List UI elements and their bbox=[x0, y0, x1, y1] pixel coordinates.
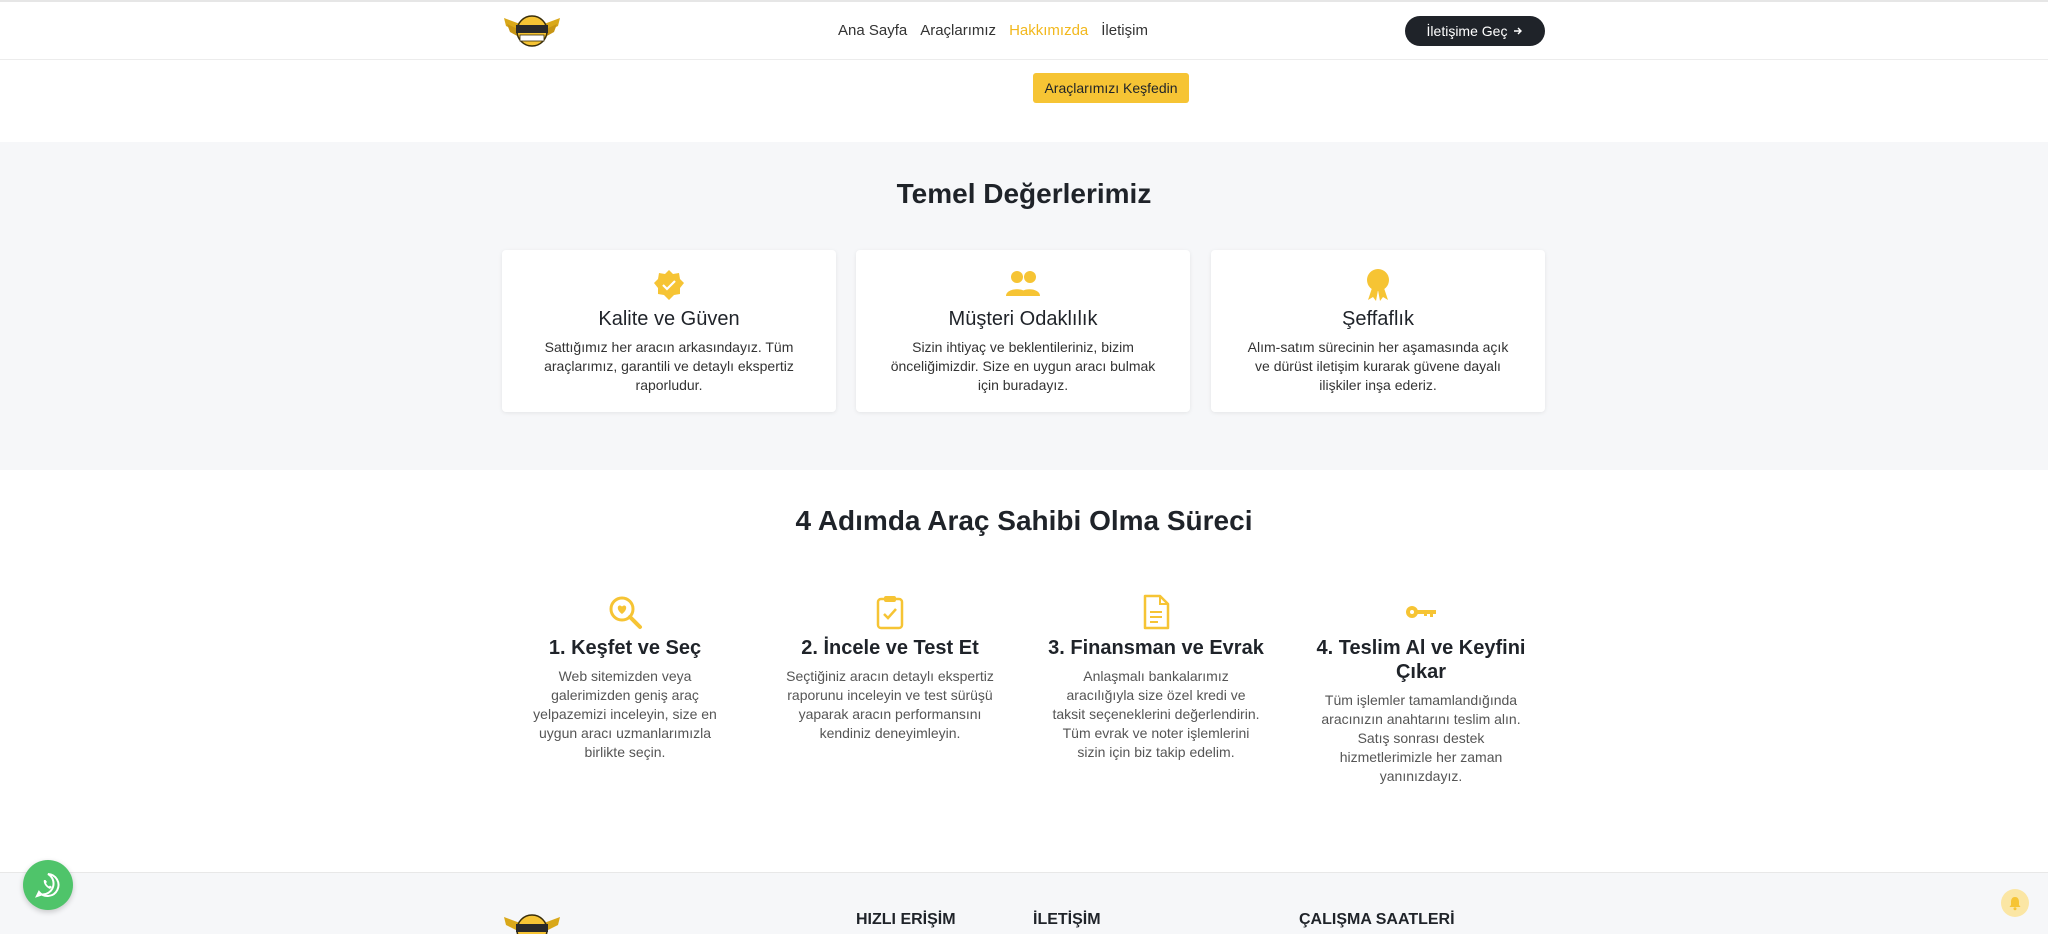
arrow-right-icon bbox=[1514, 27, 1523, 35]
value-card-title: Şeffaflık bbox=[1342, 308, 1414, 330]
users-icon bbox=[1006, 271, 1040, 296]
value-card-text: Sattığımız her aracın arkasındayız. Tüm … bbox=[544, 339, 794, 393]
clipboard-check-icon bbox=[876, 596, 904, 630]
value-card-customer: Müşteri Odaklılık Sizin ihtiyaç ve bekle… bbox=[856, 250, 1190, 412]
footer-heading-quick-links: HIZLI ERİŞİM bbox=[856, 911, 956, 928]
value-card-title: Kalite ve Güven bbox=[598, 308, 740, 330]
step-text: Tüm işlemler tamamlandığında aracınızın … bbox=[1321, 692, 1521, 784]
search-heart-icon bbox=[609, 596, 642, 629]
winged-badge-logo-icon bbox=[504, 914, 560, 934]
step-text: Anlaşmalı bankalarımız aracılığıyla size… bbox=[1052, 668, 1260, 760]
explore-vehicles-button[interactable]: Araçlarımızı Keşfedin bbox=[1033, 73, 1189, 103]
whatsapp-icon bbox=[35, 873, 60, 898]
key-icon bbox=[1406, 606, 1436, 618]
step-finance: 3. Finansman ve Evrak Anlaşmalı bankalar… bbox=[1036, 594, 1276, 762]
step-title: 2. İncele ve Test Et bbox=[801, 637, 979, 659]
core-values-section: Temel Değerlerimiz Kalite ve Güven Sattı… bbox=[0, 142, 2048, 470]
value-card-transparency: Şeffaflık Alım-satım sürecinin her aşama… bbox=[1211, 250, 1545, 412]
contact-cta-label: İletişime Geç bbox=[1426, 23, 1508, 39]
step-title: 3. Finansman ve Evrak bbox=[1048, 637, 1264, 659]
site-header: Ana Sayfa Araçlarımız Hakkımızda İletişi… bbox=[0, 0, 2048, 60]
value-card-title: Müşteri Odaklılık bbox=[948, 308, 1098, 330]
step-title: 4. Teslim Al ve Keyfini Çıkar bbox=[1316, 637, 1526, 683]
nav-vehicles[interactable]: Araçlarımız bbox=[920, 22, 996, 39]
bell-icon bbox=[2009, 897, 2021, 911]
document-icon bbox=[1143, 594, 1170, 630]
main-nav: Ana Sayfa Araçlarımız Hakkımızda İletişi… bbox=[838, 19, 1148, 41]
verified-badge-icon bbox=[654, 270, 684, 300]
step-text: Web sitemizden veya galerimizden geniş a… bbox=[533, 668, 717, 760]
value-card-quality: Kalite ve Güven Sattığımız her aracın ar… bbox=[502, 250, 836, 412]
value-card-text: Alım-satım sürecinin her aşamasında açık… bbox=[1247, 339, 1509, 393]
value-card-text: Sizin ihtiyaç ve beklentileriniz, bizim … bbox=[890, 339, 1156, 393]
site-logo[interactable] bbox=[502, 10, 562, 52]
whatsapp-button[interactable] bbox=[23, 860, 73, 910]
award-icon bbox=[1367, 269, 1389, 301]
step-text: Seçtiğiniz aracın detaylı ekspertiz rapo… bbox=[786, 668, 994, 741]
contact-cta-button[interactable]: İletişime Geç bbox=[1405, 16, 1545, 46]
winged-badge-logo-icon bbox=[504, 15, 560, 47]
step-inspect: 2. İncele ve Test Et Seçtiğiniz aracın d… bbox=[770, 594, 1010, 743]
site-footer: HIZLI ERİŞİM İLETİŞİM ÇALIŞMA SAATLERİ bbox=[0, 872, 2048, 934]
notification-bell-button[interactable] bbox=[2001, 889, 2029, 917]
nav-home[interactable]: Ana Sayfa bbox=[838, 22, 907, 39]
footer-heading-contact: İLETİŞİM bbox=[1033, 911, 1101, 928]
nav-about[interactable]: Hakkımızda bbox=[1009, 22, 1088, 39]
step-title: 1. Keşfet ve Seç bbox=[548, 637, 702, 659]
step-discover: 1. Keşfet ve Seç Web sitemizden veya gal… bbox=[505, 594, 745, 762]
nav-contact[interactable]: İletişim bbox=[1101, 22, 1148, 39]
core-values-title: Temel Değerlerimiz bbox=[896, 178, 1152, 209]
footer-logo[interactable] bbox=[502, 909, 562, 934]
footer-heading-hours: ÇALIŞMA SAATLERİ bbox=[1299, 911, 1455, 928]
step-delivery: 4. Teslim Al ve Keyfini Çıkar Tüm işleml… bbox=[1301, 594, 1541, 786]
steps-title: 4 Adımda Araç Sahibi Olma Süreci bbox=[795, 505, 1253, 536]
